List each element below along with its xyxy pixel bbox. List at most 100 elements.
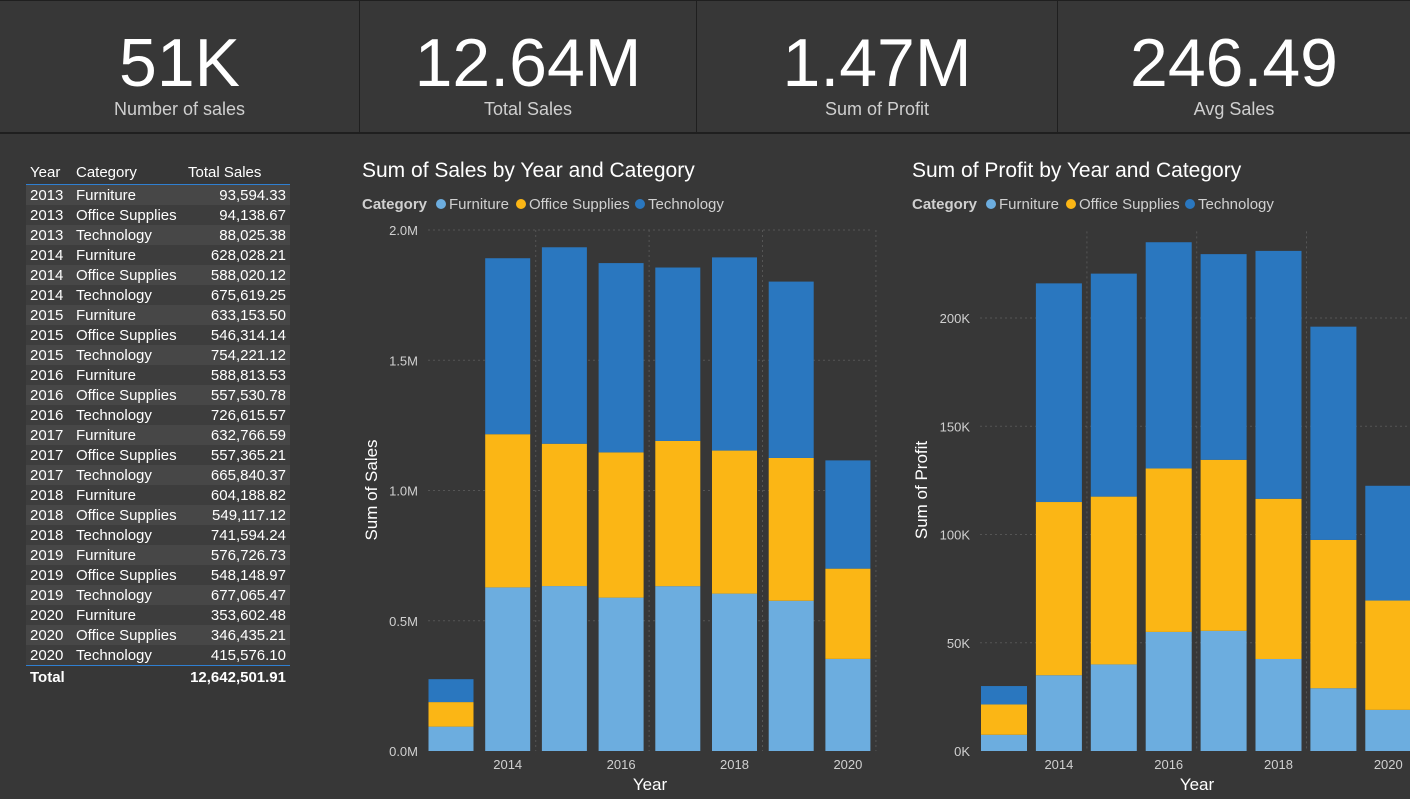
kpi-label: Number of sales: [113, 99, 246, 119]
cell-category: Office Supplies: [72, 325, 184, 345]
legend-title: Category: [362, 196, 428, 213]
bar-furniture-2019: [1310, 688, 1357, 751]
table-row[interactable]: 2018 Furniture 604,188.82: [26, 485, 290, 505]
bar-furniture-2017: [655, 586, 701, 751]
bar-office-supplies-2018: [1255, 498, 1302, 659]
bar-office-supplies-2020: [1365, 600, 1410, 710]
cell-category: Furniture: [72, 485, 184, 505]
bar-furniture-2016: [1145, 631, 1192, 751]
table-row[interactable]: 2018 Office Supplies 549,117.12: [26, 505, 290, 525]
table-body: 2013 Furniture 93,594.33 2013 Office Supplie…: [26, 184, 290, 688]
cell-total-sales: 94,138.67: [184, 205, 290, 225]
bar-office-supplies-2020: [825, 568, 871, 659]
bar-technology-2020: [1365, 485, 1410, 601]
table-row[interactable]: 2013 Furniture 93,594.33: [26, 184, 290, 205]
cell-year: 2019: [26, 565, 72, 585]
table-row[interactable]: 2016 Technology 726,615.57: [26, 405, 290, 425]
legend-label: Furniture: [999, 196, 1059, 213]
cell-year: 2016: [26, 405, 72, 425]
x-tick-label: 2018: [1264, 757, 1293, 772]
legend-label: Technology: [648, 196, 724, 213]
table-row[interactable]: 2017 Technology 665,840.37: [26, 465, 290, 485]
y-axis-label: Sum of Profit: [912, 441, 931, 540]
y-tick-label: 200K: [940, 311, 971, 326]
cell-category: Office Supplies: [72, 625, 184, 645]
cell-category: Office Supplies: [72, 445, 184, 465]
cell-total-sales: 549,117.12: [184, 505, 290, 525]
cell-total-sales: 726,615.57: [184, 405, 290, 425]
cell-year: 2019: [26, 585, 72, 605]
cell-year: 2019: [26, 545, 72, 565]
cell-year: 2018: [26, 505, 72, 525]
cell-category: Technology: [72, 465, 184, 485]
column-header-total-sales[interactable]: Total Sales: [184, 160, 290, 185]
table-row[interactable]: 2013 Office Supplies 94,138.67: [26, 205, 290, 225]
table-row[interactable]: 2013 Technology 88,025.38: [26, 225, 290, 245]
table-row[interactable]: 2015 Office Supplies 546,314.14: [26, 325, 290, 345]
table-row[interactable]: 2015 Furniture 633,153.50: [26, 305, 290, 325]
cell-year: 2020: [26, 625, 72, 645]
table-row[interactable]: 2016 Office Supplies 557,530.78: [26, 385, 290, 405]
cell-category: Technology: [72, 345, 184, 365]
cell-year: 2017: [26, 465, 72, 485]
bar-furniture-2017: [1200, 630, 1247, 751]
cell-total-sales: 632,766.59: [184, 425, 290, 445]
table-row[interactable]: 2020 Furniture 353,602.48: [26, 605, 290, 625]
y-tick-label: 2.0M: [389, 223, 418, 238]
table-row[interactable]: 2015 Technology 754,221.12: [26, 345, 290, 365]
table-row[interactable]: 2019 Technology 677,065.47: [26, 585, 290, 605]
legend-label: Office Supplies: [1079, 196, 1180, 213]
table-row[interactable]: 2014 Technology 675,619.25: [26, 285, 290, 305]
bar-office-supplies-2014: [1035, 502, 1082, 676]
cell-year: 2020: [26, 605, 72, 625]
cell-year: 2017: [26, 425, 72, 445]
table-row[interactable]: 2014 Office Supplies 588,020.12: [26, 265, 290, 285]
legend-marker-technology: [1185, 199, 1195, 209]
bar-technology-2018: [712, 257, 757, 451]
bar-office-supplies-2016: [598, 452, 644, 598]
legend-title: Category: [912, 196, 978, 213]
table-header-row: Year Category Total Sales: [26, 160, 290, 185]
cell-category: Office Supplies: [72, 505, 184, 525]
cell-total-sales: 346,435.21: [184, 625, 290, 645]
cell-category: Furniture: [72, 184, 184, 205]
table-row[interactable]: 2020 Technology 415,576.10: [26, 645, 290, 666]
table-row[interactable]: 2014 Furniture 628,028.21: [26, 245, 290, 265]
table-row[interactable]: 2017 Furniture 632,766.59: [26, 425, 290, 445]
cell-year: 2014: [26, 285, 72, 305]
y-tick-label: 0.0M: [389, 744, 418, 759]
table-row[interactable]: 2019 Furniture 576,726.73: [26, 545, 290, 565]
table-row[interactable]: 2020 Office Supplies 346,435.21: [26, 625, 290, 645]
x-tick-label: 2014: [1044, 757, 1073, 772]
cell-category: Technology: [72, 525, 184, 545]
total-label: Total: [26, 665, 72, 688]
column-header-year[interactable]: Year: [26, 160, 72, 185]
cell-category: Office Supplies: [72, 265, 184, 285]
x-tick-label: 2016: [1154, 757, 1183, 772]
bar-technology-2019: [768, 281, 814, 458]
bar-furniture-2016: [598, 597, 644, 751]
cell-category: Furniture: [72, 605, 184, 625]
x-tick-label: 2018: [720, 757, 749, 772]
bar-technology-2017: [655, 267, 701, 441]
table-row[interactable]: 2017 Office Supplies 557,365.21: [26, 445, 290, 465]
cell-category: Office Supplies: [72, 385, 184, 405]
cell-category: Technology: [72, 585, 184, 605]
bar-office-supplies-2017: [1200, 459, 1247, 631]
sales-chart: Sum of Sales by Year and Category Categor…: [362, 159, 877, 794]
bar-furniture-2020: [1365, 709, 1410, 751]
column-header-category[interactable]: Category: [72, 160, 184, 185]
cell-year: 2018: [26, 525, 72, 545]
table-row[interactable]: 2016 Furniture 588,813.53: [26, 365, 290, 385]
cell-year: 2015: [26, 345, 72, 365]
bar-furniture-2019: [768, 600, 814, 751]
bar-technology-2019: [1310, 326, 1357, 540]
bar-furniture-2018: [712, 593, 757, 751]
bar-technology-2014: [1035, 283, 1082, 503]
bar-office-supplies-2019: [768, 457, 814, 601]
table-row[interactable]: 2018 Technology 741,594.24: [26, 525, 290, 545]
cell-category: Furniture: [72, 365, 184, 385]
bar-technology-2018: [1255, 250, 1302, 499]
cell-total-sales: 633,153.50: [184, 305, 290, 325]
table-row[interactable]: 2019 Office Supplies 548,148.97: [26, 565, 290, 585]
